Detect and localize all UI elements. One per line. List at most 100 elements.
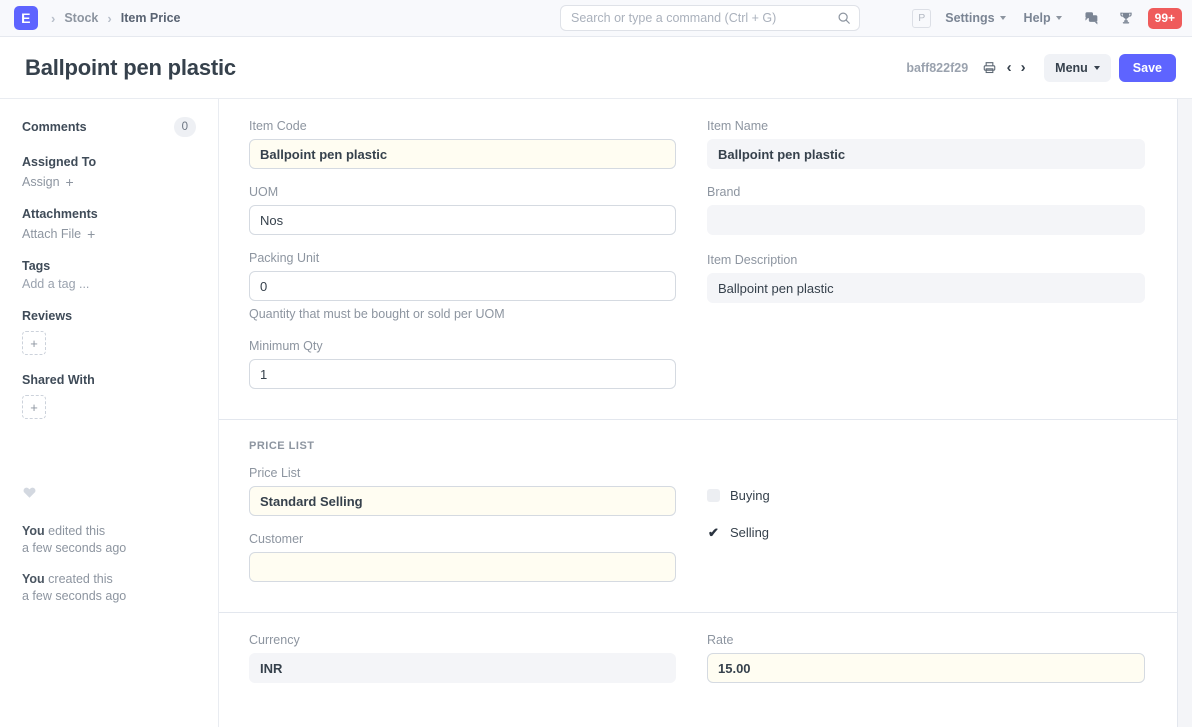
previous-document-icon[interactable]: ‹	[1002, 58, 1016, 78]
sidebar-section-shared-with: Shared With +	[22, 373, 196, 419]
page-header: Ballpoint pen plastic baff822f29 ‹ › Men…	[0, 37, 1192, 99]
chevron-down-icon	[1056, 16, 1062, 20]
minimum-qty-label: Minimum Qty	[249, 339, 676, 353]
packing-unit-input[interactable]	[249, 271, 676, 301]
form-section-price-list: Price List Price List Customer B	[219, 419, 1177, 612]
sidebar-section-tags: Tags Add a tag ...	[22, 259, 196, 291]
add-tag-input[interactable]: Add a tag ...	[22, 277, 196, 291]
activity-edited: You edited this a few seconds ago	[22, 523, 196, 557]
breadcrumb-item-price[interactable]: Item Price	[121, 11, 181, 25]
menu-button[interactable]: Menu	[1044, 54, 1111, 82]
sidebar-section-reviews: Reviews +	[22, 309, 196, 355]
search-icon	[837, 11, 851, 25]
plus-icon: +	[66, 175, 74, 189]
sidebar-section-assigned-to: Assigned To Assign +	[22, 155, 196, 189]
brand-value	[707, 205, 1145, 235]
add-share-button[interactable]: +	[22, 395, 46, 419]
breadcrumb-separator-icon: ›	[98, 12, 120, 25]
item-name-value: Ballpoint pen plastic	[707, 139, 1145, 169]
price-list-column-left: Price List Customer	[249, 466, 676, 598]
field-minimum-qty: Minimum Qty	[249, 339, 676, 389]
settings-menu[interactable]: Settings	[945, 11, 1005, 25]
uom-input[interactable]	[249, 205, 676, 235]
activity-actor: You	[22, 524, 45, 538]
price-list-column-right: Buying ✔ Selling	[707, 466, 1145, 598]
field-packing-unit: Packing Unit Quantity that must be bough…	[249, 251, 676, 321]
sidebar-section-attachments: Attachments Attach File +	[22, 207, 196, 241]
buying-label: Buying	[730, 488, 770, 503]
trophy-icon[interactable]	[1114, 6, 1138, 30]
attachments-label: Attachments	[22, 207, 196, 221]
chevron-down-icon	[1000, 16, 1006, 20]
currency-label: Currency	[249, 633, 676, 647]
attach-file-button[interactable]: Attach File +	[22, 227, 196, 241]
checkbox-selling[interactable]: ✔ Selling	[707, 525, 1145, 540]
form-sidebar: Comments 0 Assigned To Assign + Attachme…	[0, 99, 219, 727]
search-input[interactable]	[571, 11, 837, 25]
selling-label: Selling	[730, 525, 769, 540]
breadcrumb-stock[interactable]: Stock	[64, 11, 98, 25]
settings-label: Settings	[945, 11, 994, 25]
print-icon[interactable]	[980, 58, 998, 78]
form-main: Item Code UOM Packing Unit Quantity that…	[219, 99, 1178, 727]
brand-label: Brand	[707, 185, 1145, 199]
activity-time: a few seconds ago	[22, 589, 126, 603]
assigned-to-label: Assigned To	[22, 155, 196, 169]
shared-with-label: Shared With	[22, 373, 196, 387]
plus-icon: +	[87, 227, 95, 241]
activity-time: a few seconds ago	[22, 541, 126, 555]
help-label: Help	[1024, 11, 1051, 25]
minimum-qty-input[interactable]	[249, 359, 676, 389]
uom-label: UOM	[249, 185, 676, 199]
next-document-icon[interactable]: ›	[1016, 58, 1030, 78]
form-section-currency-rate: Currency INR Rate	[219, 612, 1177, 713]
rate-label: Rate	[707, 633, 1145, 647]
tags-label: Tags	[22, 259, 196, 273]
menu-label: Menu	[1055, 61, 1088, 75]
assign-label: Assign	[22, 175, 60, 189]
item-code-input[interactable]	[249, 139, 676, 169]
checkbox-unchecked-icon	[707, 489, 720, 502]
chat-icon[interactable]	[1080, 6, 1104, 30]
page-body: Comments 0 Assigned To Assign + Attachme…	[0, 99, 1192, 727]
sidebar-section-comments: Comments 0	[22, 117, 196, 137]
checkbox-buying[interactable]: Buying	[707, 488, 1145, 503]
like-heart-icon[interactable]	[22, 485, 196, 503]
chevron-down-icon	[1094, 66, 1100, 70]
field-currency: Currency INR	[249, 633, 676, 683]
notification-badge[interactable]: 99+	[1148, 8, 1182, 29]
price-list-input[interactable]	[249, 486, 676, 516]
customer-label: Customer	[249, 532, 676, 546]
attach-file-label: Attach File	[22, 227, 81, 241]
add-review-button[interactable]: +	[22, 331, 46, 355]
rate-input[interactable]	[707, 653, 1145, 683]
currency-value: INR	[249, 653, 676, 683]
app-logo[interactable]: E	[14, 6, 38, 30]
activity-text: edited this	[45, 524, 105, 538]
save-button[interactable]: Save	[1119, 54, 1176, 82]
activity-actor: You	[22, 572, 45, 586]
global-search[interactable]	[560, 5, 860, 31]
customer-input[interactable]	[249, 552, 676, 582]
page-title: Ballpoint pen plastic	[25, 55, 236, 81]
document-id: baff822f29	[906, 61, 968, 75]
form-section-details: Item Code UOM Packing Unit Quantity that…	[219, 99, 1177, 419]
field-brand: Brand	[707, 185, 1145, 235]
checkmark-icon: ✔	[707, 526, 720, 539]
navbar-right-actions: P Settings Help	[912, 6, 1182, 30]
field-rate: Rate	[707, 633, 1145, 683]
activity-text: created this	[45, 572, 113, 586]
currency-column-right: Rate	[707, 633, 1145, 699]
assign-button[interactable]: Assign +	[22, 175, 196, 189]
item-name-label: Item Name	[707, 119, 1145, 133]
comments-count: 0	[174, 117, 196, 137]
help-menu[interactable]: Help	[1024, 11, 1062, 25]
breadcrumb-separator-icon: ›	[42, 12, 64, 25]
avatar[interactable]: P	[912, 9, 931, 28]
form-column-left: Item Code UOM Packing Unit Quantity that…	[249, 119, 676, 405]
item-description-value: Ballpoint pen plastic	[707, 273, 1145, 303]
top-navbar: E › Stock › Item Price P Settings Help	[0, 0, 1192, 37]
field-item-description: Item Description Ballpoint pen plastic	[707, 253, 1145, 303]
packing-unit-label: Packing Unit	[249, 251, 676, 265]
field-price-list: Price List	[249, 466, 676, 516]
